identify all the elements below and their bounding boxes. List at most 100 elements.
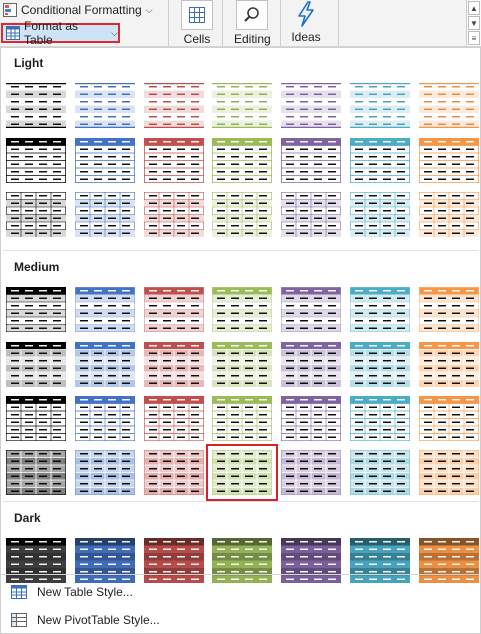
table-style-swatch-medium-25[interactable] <box>206 444 278 501</box>
table-style-swatch-dark-7[interactable] <box>419 538 479 583</box>
table-style-swatch-medium-3[interactable] <box>144 287 204 332</box>
table-style-preview <box>6 138 66 183</box>
table-style-preview <box>75 396 135 441</box>
table-style-swatch-dark-4[interactable] <box>212 538 272 583</box>
table-style-preview <box>144 83 204 128</box>
table-style-swatch-light-17[interactable] <box>144 192 204 237</box>
table-style-swatch-medium-16[interactable] <box>75 396 135 441</box>
table-style-swatch-light-11[interactable] <box>212 138 272 183</box>
table-style-swatch-light-8[interactable] <box>6 138 66 183</box>
format-as-table-button[interactable]: Format as Table ⌵ <box>1 19 120 46</box>
table-style-preview <box>350 192 410 237</box>
table-style-swatch-medium-19[interactable] <box>281 396 341 441</box>
table-style-swatch-light-21[interactable] <box>419 192 479 237</box>
table-style-swatch-light-4[interactable] <box>212 83 272 128</box>
table-style-swatch-medium-8[interactable] <box>6 342 66 387</box>
new-pivottable-style-icon <box>11 613 27 627</box>
table-style-swatch-light-14[interactable] <box>419 138 479 183</box>
table-style-swatch-dark-1[interactable] <box>6 538 66 583</box>
table-style-swatch-light-6[interactable] <box>350 83 410 128</box>
table-style-swatch-medium-23[interactable] <box>75 450 135 495</box>
table-style-swatch-medium-1[interactable] <box>6 287 66 332</box>
table-style-preview <box>350 83 410 128</box>
table-style-swatch-medium-10[interactable] <box>144 342 204 387</box>
new-table-style-icon <box>11 585 27 599</box>
new-pivottable-style-label: New PivotTable Style... <box>37 613 160 627</box>
cells-label: Cells <box>183 32 211 46</box>
table-style-preview <box>419 342 479 387</box>
table-style-swatch-medium-21[interactable] <box>419 396 479 441</box>
table-style-swatch-medium-18[interactable] <box>212 396 272 441</box>
table-style-swatch-medium-24[interactable] <box>144 450 204 495</box>
new-table-style-item[interactable]: New Table Style... <box>11 585 133 599</box>
table-style-swatch-dark-6[interactable] <box>350 538 410 583</box>
table-style-swatch-light-18[interactable] <box>212 192 272 237</box>
table-style-swatch-light-13[interactable] <box>350 138 410 183</box>
section-divider <box>3 501 479 502</box>
ribbon-divider <box>338 0 339 46</box>
table-style-swatch-medium-2[interactable] <box>75 287 135 332</box>
table-style-swatch-light-2[interactable] <box>75 83 135 128</box>
table-style-swatch-light-5[interactable] <box>281 83 341 128</box>
table-style-swatch-medium-14[interactable] <box>419 342 479 387</box>
table-style-preview <box>281 538 341 583</box>
cells-icon <box>181 0 213 30</box>
table-style-swatch-medium-26[interactable] <box>281 450 341 495</box>
table-style-preview <box>144 287 204 332</box>
section-header-medium: Medium <box>14 260 60 274</box>
table-style-swatch-light-3[interactable] <box>144 83 204 128</box>
table-style-preview <box>75 192 135 237</box>
table-style-swatch-medium-27[interactable] <box>350 450 410 495</box>
table-style-swatch-light-19[interactable] <box>281 192 341 237</box>
table-style-swatch-medium-28[interactable] <box>419 450 479 495</box>
table-style-swatch-medium-7[interactable] <box>419 287 479 332</box>
table-style-preview <box>350 538 410 583</box>
table-style-swatch-light-12[interactable] <box>281 138 341 183</box>
table-style-swatch-dark-2[interactable] <box>75 538 135 583</box>
table-style-swatch-light-1[interactable] <box>6 83 66 128</box>
cells-button[interactable]: Cells <box>181 0 213 46</box>
table-style-swatch-medium-11[interactable] <box>212 342 272 387</box>
table-style-preview <box>212 538 272 583</box>
scroll-up-icon[interactable]: ▲ <box>468 1 480 15</box>
ribbon-divider <box>168 0 169 46</box>
editing-button[interactable]: Editing <box>234 0 271 46</box>
table-style-swatch-medium-20[interactable] <box>350 396 410 441</box>
table-style-swatch-medium-12[interactable] <box>281 342 341 387</box>
table-style-swatch-light-10[interactable] <box>144 138 204 183</box>
table-style-swatch-dark-5[interactable] <box>281 538 341 583</box>
table-style-swatch-medium-17[interactable] <box>144 396 204 441</box>
table-style-preview <box>350 287 410 332</box>
scroll-down-icon[interactable]: ▼ <box>468 16 480 30</box>
conditional-formatting-icon <box>3 3 17 17</box>
table-style-swatch-dark-3[interactable] <box>144 538 204 583</box>
table-style-preview <box>350 450 410 495</box>
table-style-swatch-light-7[interactable] <box>419 83 479 128</box>
table-style-swatch-medium-4[interactable] <box>212 287 272 332</box>
table-style-preview <box>212 396 272 441</box>
new-pivottable-style-item[interactable]: New PivotTable Style... <box>11 613 160 627</box>
format-as-table-icon <box>6 26 20 40</box>
table-style-preview <box>6 538 66 583</box>
table-style-preview <box>419 538 479 583</box>
table-style-swatch-light-9[interactable] <box>75 138 135 183</box>
table-style-swatch-medium-13[interactable] <box>350 342 410 387</box>
table-style-preview <box>75 450 135 495</box>
table-style-preview <box>419 450 479 495</box>
table-style-swatch-light-20[interactable] <box>350 192 410 237</box>
table-style-swatch-medium-6[interactable] <box>350 287 410 332</box>
ribbon-scrollbar[interactable]: ▲ ▼ ≡ <box>466 0 481 46</box>
table-style-swatch-medium-9[interactable] <box>75 342 135 387</box>
table-style-swatch-medium-15[interactable] <box>6 396 66 441</box>
table-style-swatch-light-15[interactable] <box>6 192 66 237</box>
table-style-swatch-medium-5[interactable] <box>281 287 341 332</box>
more-icon[interactable]: ≡ <box>468 31 480 45</box>
table-style-preview <box>6 342 66 387</box>
ribbon-divider <box>280 0 281 46</box>
table-style-preview <box>281 138 341 183</box>
table-style-swatch-medium-22[interactable] <box>6 450 66 495</box>
conditional-formatting-button[interactable]: Conditional Formatting ⌵ <box>3 3 153 17</box>
table-style-swatch-light-16[interactable] <box>75 192 135 237</box>
ideas-button[interactable]: Ideas <box>291 0 321 44</box>
table-style-preview <box>281 287 341 332</box>
